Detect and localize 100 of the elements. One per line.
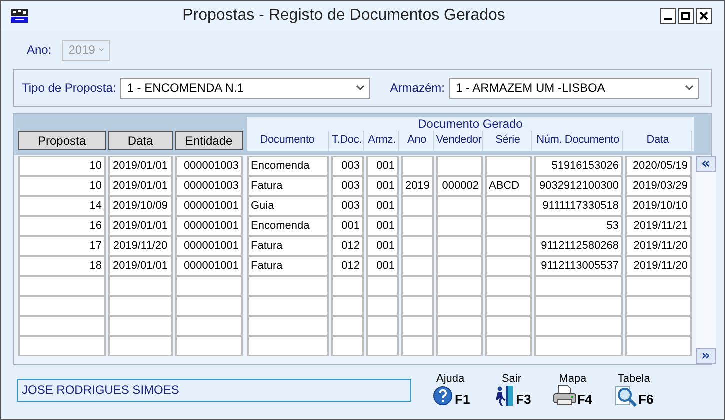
table-cell: 003 [331,196,364,216]
scroll-down-button[interactable]: » [696,348,716,364]
table-cell [485,296,532,316]
table-cell: Encomenda [247,216,329,236]
table-cell [625,296,692,316]
table-cell: 2019/01/01 [108,216,173,236]
column-header-button[interactable]: Data [108,131,173,150]
table-cell: 001 [366,196,399,216]
table-cell: 18 [18,256,106,276]
table-cell: 10 [18,176,106,196]
filter-label: Armazém: [390,81,445,95]
magnifier-icon [614,385,639,407]
table-cell: 9112112580268 [534,236,623,256]
toolbar-button[interactable]: Tabela F6 [614,373,654,407]
table-cell: 000002 [436,176,483,196]
table-cell [436,256,483,276]
filter-dropdown[interactable]: 1 - ENCOMENDA N.1 [120,78,370,98]
table-cell: 001 [331,216,364,236]
table-cell: 2019/01/01 [108,256,173,276]
table-cell: Fatura [247,256,329,276]
close-icon [699,11,709,21]
column-header: Armz. [366,131,399,151]
column-header: T.Doc. [331,131,364,151]
toolbar-button[interactable]: Sair F3 [492,373,532,407]
table-cell: 000001001 [175,256,243,276]
column-header: Ano [401,131,434,151]
scroll-up-button[interactable]: « [696,156,716,172]
filter-dropdown[interactable]: 1 - ARMAZEM UM -LISBOA [448,78,699,98]
printer-icon [553,385,578,407]
dropdown-caret-icon [356,85,366,91]
table-cell: 2019/03/29 [625,176,692,196]
table-cell [485,316,532,336]
table-cell: Fatura [247,236,329,256]
window-title: Propostas - Registo de Documentos Gerados [182,7,506,25]
table-cell: Fatura [247,176,329,196]
table-cell: 003 [331,176,364,196]
name-field: JOSE RODRIGUES SIMOES [17,378,411,402]
table-cell [436,156,483,176]
table-cell: 14 [18,196,106,216]
table-cell [401,276,434,296]
table-cell: 2019/11/20 [108,236,173,256]
table-cell [108,336,173,356]
table-cell [401,336,434,356]
table-cell [175,336,243,356]
table-cell [436,296,483,316]
maximize-icon [681,11,691,21]
column-header: Núm. Documento [534,131,623,151]
table-cell: 53 [534,216,623,236]
table-cell: 9032912100300 [534,176,623,196]
column-header: Série [485,131,532,151]
table-cell: 2019/10/10 [625,196,692,216]
table-cell: Guia [247,196,329,216]
table-cell: 000001001 [175,196,243,216]
column-header: Documento [247,131,329,151]
table-cell [436,236,483,256]
table-cell: 9112113005537 [534,256,623,276]
table-cell: 000001003 [175,156,243,176]
table-cell: 000001001 [175,216,243,236]
column-header-button[interactable]: Entidade [175,131,243,150]
dropdown-caret-icon [684,85,694,91]
close-button[interactable] [696,8,712,24]
table-cell: Encomenda [247,156,329,176]
dropdown-caret-icon [99,47,105,53]
table-cell: 2019 [401,176,434,196]
table-cell [175,316,243,336]
table-cell [485,236,532,256]
table-cell: 2019/10/09 [108,196,173,216]
table-cell: 001 [366,236,399,256]
table-cell: 000001003 [175,176,243,196]
table-cell [108,296,173,316]
table-cell: 001 [366,176,399,196]
table-cell: 51916153026 [534,156,623,176]
table-cell [401,296,434,316]
table-cell [485,196,532,216]
table-cell [175,276,243,296]
table-cell: 2020/05/19 [625,156,692,176]
table-cell: 9111117330518 [534,196,623,216]
table-cell: 17 [18,236,106,256]
table-cell: 10 [18,156,106,176]
table-cell: 2019/11/21 [625,216,692,236]
minimize-button[interactable] [660,8,676,24]
column-header-button[interactable]: Proposta [18,131,106,150]
table-cell [401,256,434,276]
filter-label: Tipo de Proposta: [22,81,116,95]
table-cell [401,156,434,176]
table-cell [485,276,532,296]
table-cell [331,316,364,336]
minimize-icon [664,18,672,20]
table-cell [331,276,364,296]
table-cell: 000001001 [175,236,243,256]
maximize-button[interactable] [678,8,694,24]
toolbar-button[interactable]: Ajuda F1 [431,373,470,407]
table-cell: 012 [331,256,364,276]
year-label: Ano: [27,43,52,57]
table-cell [175,296,243,316]
table-cell [625,316,692,336]
toolbar-button[interactable]: Mapa F4 [553,373,593,407]
table-cell: 16 [18,216,106,236]
table-cell [485,256,532,276]
table-cell: 2019/01/01 [108,176,173,196]
